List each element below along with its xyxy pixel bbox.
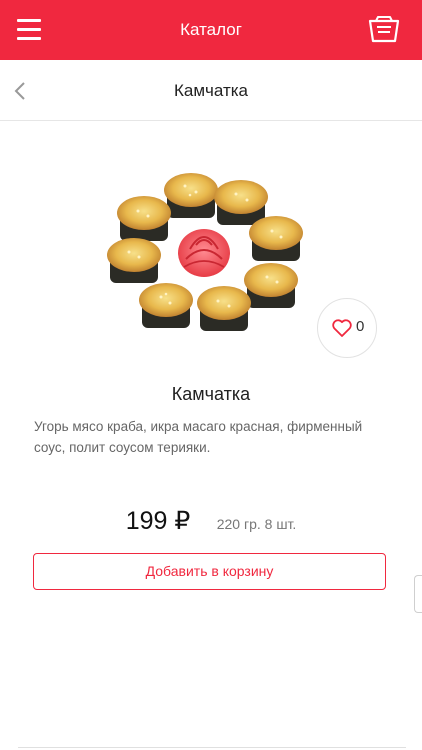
likes-count: 0 — [356, 318, 365, 335]
page-header: Камчатка — [0, 60, 422, 121]
product-price: 199 ₽ — [125, 507, 191, 535]
add-to-cart-button[interactable]: Добавить в корзину — [33, 553, 386, 590]
heart-outline-icon — [332, 319, 352, 337]
basket-icon — [368, 16, 400, 43]
favorite-button[interactable]: 0 — [317, 298, 377, 358]
product-image — [99, 148, 323, 372]
top-app-bar: Каталог — [0, 0, 422, 60]
page-title: Камчатка — [173, 81, 249, 100]
app-bar-title: Каталог — [180, 20, 242, 39]
cart-button[interactable] — [368, 15, 400, 43]
divider — [18, 747, 406, 748]
side-drawer-handle[interactable] — [414, 575, 422, 613]
product-name: Камчатка — [171, 384, 251, 404]
product-description: Угорь мясо краба, икра масаго красная, ф… — [34, 419, 363, 455]
product-weight: 220 гр. 8 шт. — [216, 516, 297, 532]
price-row: 199 ₽ 220 гр. 8 шт. — [0, 506, 422, 542]
